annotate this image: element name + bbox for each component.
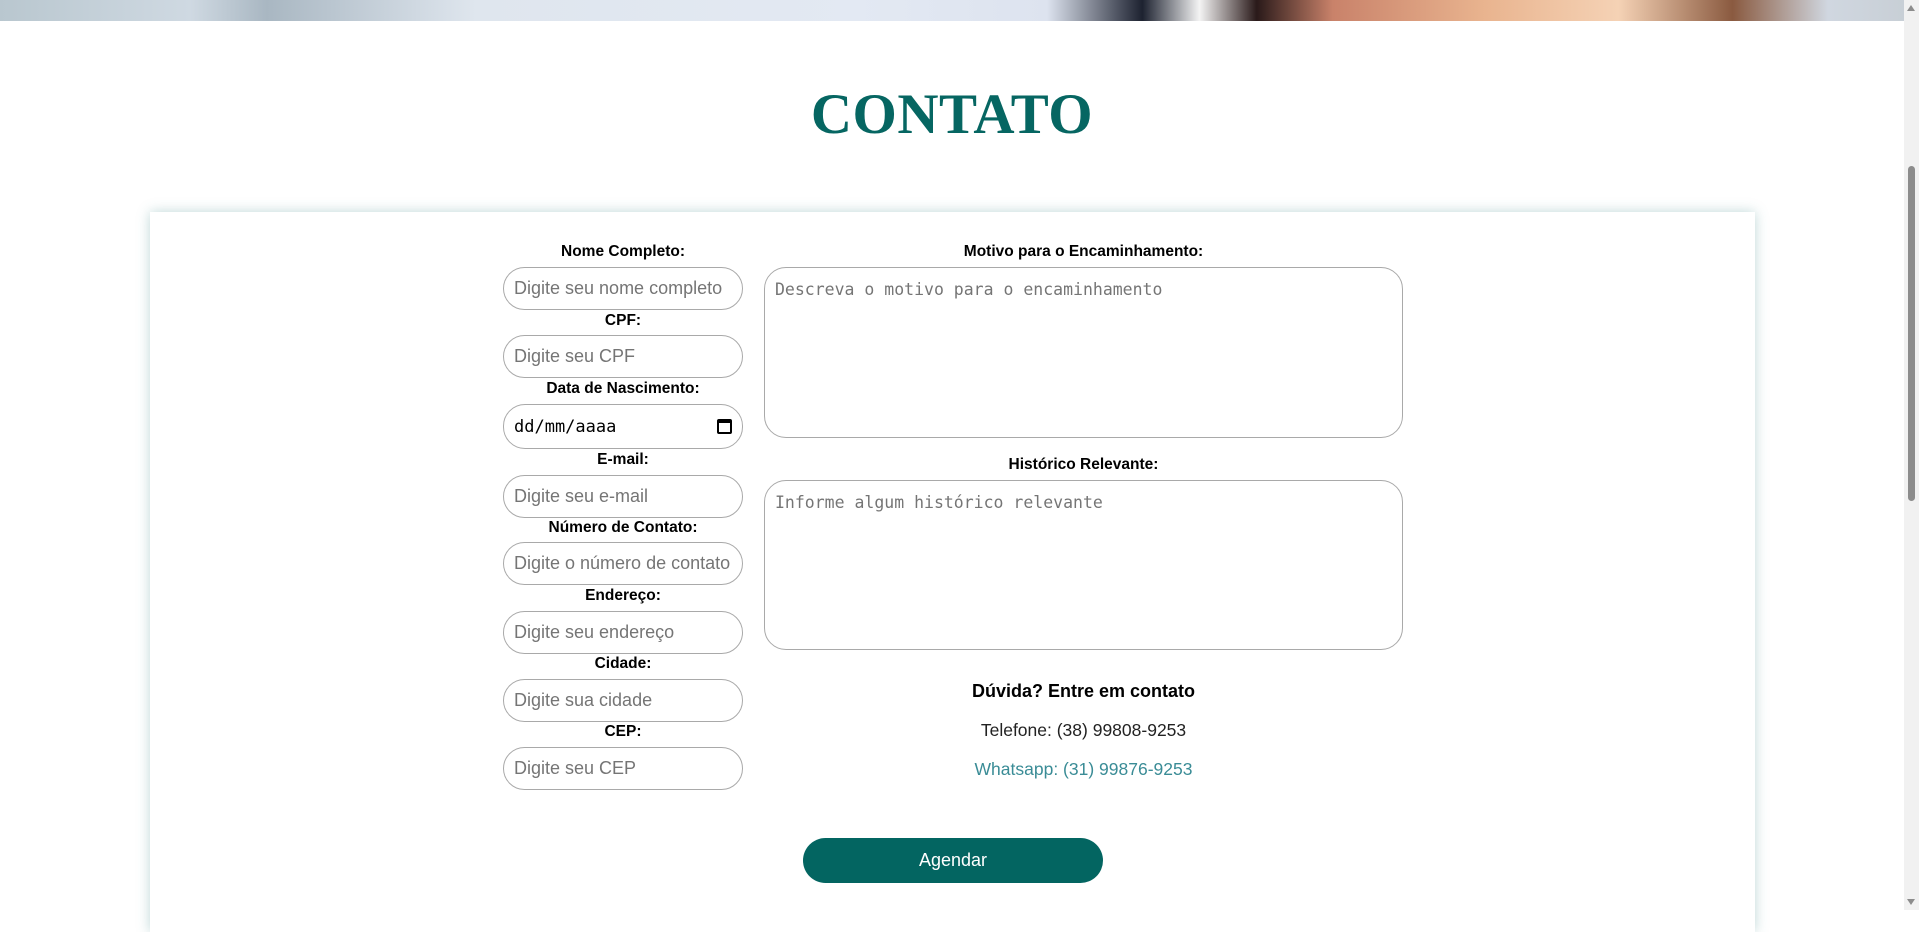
- agendar-button[interactable]: Agendar: [803, 838, 1103, 883]
- label-cidade: Cidade:: [594, 655, 652, 672]
- label-email: E-mail:: [597, 451, 649, 468]
- cidade-input[interactable]: Digite sua cidade: [503, 679, 743, 722]
- label-cep: CEP:: [604, 723, 642, 740]
- label-cpf: CPF:: [604, 312, 642, 329]
- data-nascimento-input[interactable]: dd/mm/aaaa: [503, 404, 743, 449]
- cpf-input[interactable]: Digite seu CPF: [503, 335, 743, 378]
- scrollbar[interactable]: [1904, 0, 1919, 910]
- label-nome: Nome Completo:: [561, 243, 685, 260]
- calendar-icon[interactable]: [717, 419, 732, 434]
- label-numero-contato: Número de Contato:: [548, 519, 698, 536]
- contact-heading: Dúvida? Entre em contato: [971, 681, 1196, 701]
- label-motivo: Motivo para o Encaminhamento:: [963, 243, 1204, 260]
- whatsapp-link[interactable]: Whatsapp: (31) 99876-9253: [764, 759, 1403, 780]
- phone-text: Telefone: (38) 99808-9253: [980, 720, 1187, 740]
- scroll-down-arrow-icon[interactable]: [1907, 899, 1915, 905]
- historico-textarea[interactable]: Informe algum histórico relevante: [764, 480, 1403, 650]
- page-title: CONTATO: [810, 83, 1094, 146]
- scroll-up-arrow-icon[interactable]: [1907, 5, 1915, 11]
- date-placeholder: dd/mm/aaaa: [514, 416, 617, 437]
- nome-input[interactable]: Digite seu nome completo: [503, 267, 743, 310]
- label-endereco: Endereço:: [585, 587, 661, 604]
- numero-contato-input[interactable]: Digite o número de contato: [503, 542, 743, 585]
- email-input[interactable]: Digite seu e-mail: [503, 475, 743, 518]
- cep-input[interactable]: Digite seu CEP: [503, 747, 743, 790]
- label-historico: Histórico Relevante:: [1008, 456, 1159, 473]
- motivo-textarea[interactable]: Descreva o motivo para o encaminhamento: [764, 267, 1403, 438]
- scroll-thumb[interactable]: [1908, 166, 1915, 501]
- endereco-input[interactable]: Digite seu endereço: [503, 611, 743, 654]
- hero-banner-image: [0, 0, 1904, 21]
- label-data-nascimento: Data de Nascimento:: [546, 380, 700, 397]
